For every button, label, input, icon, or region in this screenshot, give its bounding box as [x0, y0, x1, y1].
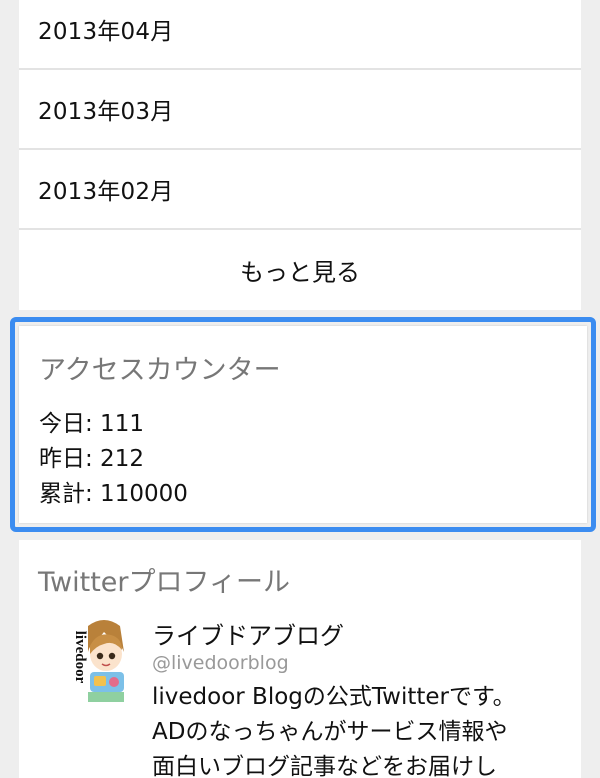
profile-description-line: 面白いブログ記事などをお届けし: [152, 754, 497, 778]
archive-list: 2013年04月 2013年03月 2013年02月 もっと見る: [19, 0, 581, 310]
twitter-profile-widget: Twitterプロフィール livedoor ライブドアブログ @livedoo…: [19, 540, 581, 778]
counter-yesterday: 昨日: 212: [39, 446, 144, 472]
avatar-logo-text: livedoor: [72, 630, 88, 684]
counter-today: 今日: 111: [39, 411, 144, 437]
profile-name[interactable]: ライブドアブログ: [152, 616, 344, 651]
twitter-profile-title: Twitterプロフィール: [38, 567, 290, 598]
access-counter-title: アクセスカウンター: [39, 355, 281, 386]
access-counter-widget: アクセスカウンター 今日: 111 昨日: 212 累計: 110000: [10, 317, 596, 532]
profile-description: livedoor Blogの公式Twitterです。 ADのなっちゃんがサービス…: [152, 680, 572, 778]
counter-total: 累計: 110000: [39, 481, 188, 507]
archive-item-label: 2013年04月: [38, 19, 174, 45]
archive-item-2013-03[interactable]: 2013年03月: [19, 70, 581, 150]
access-counter-panel: アクセスカウンター 今日: 111 昨日: 212 累計: 110000: [19, 326, 587, 523]
archive-item-label: 2013年02月: [38, 179, 174, 205]
profile-description-line: livedoor Blogの公式Twitterです。: [152, 684, 516, 710]
profile-handle[interactable]: @livedoorblog: [152, 652, 289, 674]
profile-description-line: ADのなっちゃんがサービス情報や: [152, 719, 508, 745]
avatar[interactable]: livedoor: [64, 612, 128, 702]
more-button[interactable]: もっと見る: [19, 230, 581, 310]
page: 2013年04月 2013年03月 2013年02月 もっと見る アクセスカウン…: [0, 0, 600, 778]
archive-item-label: 2013年03月: [38, 99, 174, 125]
more-button-label: もっと見る: [240, 258, 360, 287]
archive-item-2013-02[interactable]: 2013年02月: [19, 150, 581, 230]
archive-item-2013-04[interactable]: 2013年04月: [19, 0, 581, 70]
